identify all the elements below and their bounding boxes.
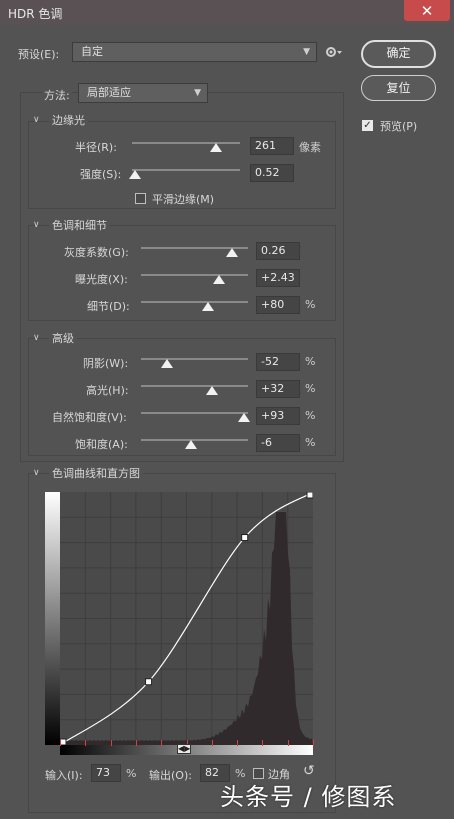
saturation-unit: % [305, 436, 316, 449]
curve-point[interactable] [306, 492, 313, 499]
close-icon: ✕ [420, 1, 434, 20]
chevron-down-icon[interactable]: ∨ [33, 333, 40, 343]
shadow-field[interactable]: -52 [256, 353, 300, 371]
title-bar: HDR 色调 ✕ [0, 0, 454, 25]
preview-checkbox[interactable]: ✓ [362, 120, 373, 131]
close-button[interactable]: ✕ [404, 0, 450, 21]
strength-slider-track[interactable] [132, 169, 240, 171]
input-label: 输入(I): [45, 769, 83, 782]
range-handle-icon[interactable]: ◀▶ [177, 744, 191, 754]
curve-title: 色调曲线和直方图 [49, 465, 143, 481]
radius-field[interactable]: 261 [250, 137, 294, 155]
gear-icon[interactable] [325, 45, 343, 59]
vibrance-slider-track[interactable] [141, 412, 248, 414]
vibrance-unit: % [305, 409, 316, 422]
advanced-title: 高级 [49, 330, 77, 346]
preset-select[interactable]: 自定 ▼ [72, 42, 317, 62]
vibrance-label: 自然饱和度(V): [52, 411, 127, 424]
highlight-label: 高光(H): [86, 384, 129, 397]
tick-mark [237, 740, 239, 746]
tick-mark [161, 740, 163, 746]
gamma-label: 灰度系数(G): [64, 246, 129, 259]
chevron-down-icon[interactable]: ∨ [33, 220, 40, 230]
method-value: 局部适应 [87, 86, 131, 99]
method-select[interactable]: 局部适应 ▼ [78, 83, 208, 103]
smooth-edges-label: 平滑边缘(M) [152, 193, 215, 206]
highlight-unit: % [305, 382, 316, 395]
tick-mark [110, 740, 112, 746]
output-label: 输出(O): [149, 769, 192, 782]
exposure-field[interactable]: +2.43 [256, 269, 300, 287]
gamma-slider-thumb[interactable] [225, 248, 238, 257]
strength-slider-thumb[interactable] [129, 170, 142, 179]
tick-mark [287, 740, 289, 746]
highlight-slider-thumb[interactable] [205, 386, 218, 395]
preset-value: 自定 [81, 45, 103, 58]
detail-slider-track[interactable] [141, 301, 248, 303]
edge-glow-title: 边缘光 [49, 112, 88, 128]
detail-label: 细节(D): [87, 300, 130, 313]
shadow-slider-track[interactable] [141, 358, 248, 360]
input-unit: % [126, 767, 137, 780]
shadow-unit: % [305, 355, 316, 368]
tick-mark [262, 740, 264, 746]
vibrance-slider-thumb[interactable] [237, 413, 250, 422]
smooth-edges-checkbox[interactable] [135, 193, 146, 204]
preset-label: 预设(E): [18, 48, 60, 61]
hdr-toning-dialog: HDR 色调 ✕ 预设(E): 自定 ▼ 确定 复位 ✓ 预览(P) 方法: 局… [0, 0, 454, 819]
tick-mark [85, 740, 87, 746]
radius-slider-thumb[interactable] [210, 143, 223, 152]
chevron-down-icon[interactable]: ∨ [33, 468, 40, 478]
tick-mark [135, 740, 137, 746]
tick-mark [313, 740, 314, 746]
tick-mark [211, 740, 213, 746]
exposure-slider-thumb[interactable] [213, 275, 226, 284]
preview-label: 预览(P) [380, 120, 418, 133]
tick-mark [60, 740, 61, 746]
saturation-field[interactable]: -6 [256, 434, 300, 452]
vibrance-field[interactable]: +93 [256, 407, 300, 425]
tone-detail-title: 色调和细节 [49, 217, 110, 233]
detail-slider-thumb[interactable] [202, 302, 215, 311]
strength-label: 强度(S): [80, 168, 122, 181]
method-label: 方法: [42, 87, 72, 103]
shadow-slider-thumb[interactable] [160, 359, 173, 368]
chevron-down-icon[interactable]: ∨ [33, 115, 40, 125]
highlight-field[interactable]: +32 [256, 380, 300, 398]
gamma-field[interactable]: 0.26 [256, 242, 300, 260]
window-title: HDR 色调 [8, 7, 63, 21]
curve-canvas[interactable] [60, 492, 313, 745]
reset-button[interactable]: 复位 [361, 75, 436, 101]
strength-field[interactable]: 0.52 [250, 164, 294, 182]
radius-label: 半径(R): [75, 141, 117, 154]
curve-graph[interactable] [60, 492, 313, 745]
saturation-label: 饱和度(A): [75, 438, 128, 451]
check-icon: ✓ [363, 120, 372, 131]
chevron-down-icon: ▼ [303, 47, 310, 57]
radius-unit: 像素 [299, 141, 321, 154]
output-gradient-bar [45, 492, 60, 745]
curve-point[interactable] [241, 534, 249, 542]
shadow-label: 阴影(W): [83, 357, 129, 370]
highlight-slider-track[interactable] [141, 385, 248, 387]
detail-unit: % [305, 298, 316, 311]
chevron-down-icon: ▼ [194, 88, 201, 98]
ok-button[interactable]: 确定 [361, 40, 436, 68]
curve-point[interactable] [145, 678, 153, 686]
radius-slider-track[interactable] [132, 142, 240, 144]
detail-field[interactable]: +80 [256, 296, 300, 314]
saturation-slider-thumb[interactable] [185, 440, 198, 449]
exposure-label: 曝光度(X): [75, 273, 128, 286]
watermark-text: 头条号 / 修图系 [220, 783, 397, 811]
exposure-slider-track[interactable] [141, 274, 248, 276]
input-field[interactable]: 73 [91, 764, 121, 782]
